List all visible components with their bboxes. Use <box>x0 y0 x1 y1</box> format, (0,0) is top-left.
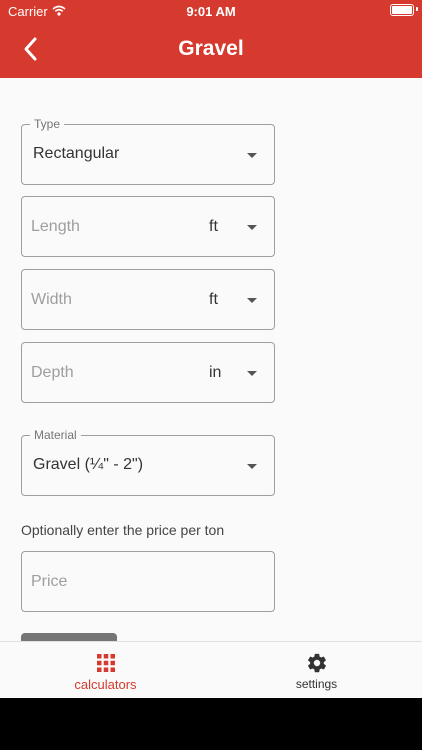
width-field[interactable]: Width ft <box>21 269 275 330</box>
home-indicator-area <box>0 698 422 750</box>
price-input[interactable]: Price <box>31 573 67 591</box>
gear-icon <box>306 652 328 674</box>
length-unit-select[interactable]: ft <box>209 218 218 236</box>
price-hint: Optionally enter the price per ton <box>21 522 224 538</box>
battery-icon <box>390 4 414 16</box>
tab-settings[interactable]: settings <box>211 642 422 699</box>
dropdown-arrow-icon <box>247 153 257 158</box>
grid-icon <box>96 653 116 673</box>
calculator-form: Type Rectangular Length ft Width ft Dept… <box>0 78 422 641</box>
price-field[interactable]: Price <box>21 551 275 612</box>
width-input[interactable]: Width <box>31 291 72 309</box>
type-select[interactable]: Type Rectangular <box>21 124 275 185</box>
tab-calculators[interactable]: calculators <box>0 642 211 699</box>
material-legend: Material <box>30 428 81 442</box>
dropdown-arrow-icon <box>247 464 257 469</box>
dropdown-arrow-icon[interactable] <box>247 298 257 303</box>
tab-calculators-label: calculators <box>0 677 211 692</box>
depth-unit-select[interactable]: in <box>209 364 221 382</box>
length-field[interactable]: Length ft <box>21 196 275 257</box>
status-time: 9:01 AM <box>0 4 422 19</box>
bottom-navigation: calculators settings <box>0 641 422 698</box>
tab-settings-label: settings <box>211 677 422 691</box>
calculate-button[interactable] <box>21 633 117 641</box>
dropdown-arrow-icon[interactable] <box>247 371 257 376</box>
width-unit-select[interactable]: ft <box>209 291 218 309</box>
dropdown-arrow-icon[interactable] <box>247 225 257 230</box>
depth-input[interactable]: Depth <box>31 364 74 382</box>
depth-field[interactable]: Depth in <box>21 342 275 403</box>
material-value: Gravel (¼" - 2") <box>33 456 143 474</box>
page-title: Gravel <box>0 37 422 61</box>
material-select[interactable]: Material Gravel (¼" - 2") <box>21 435 275 496</box>
type-legend: Type <box>30 117 64 131</box>
status-bar: Carrier 9:01 AM <box>0 0 422 24</box>
battery-tip <box>416 7 418 11</box>
app-header: Carrier 9:01 AM Gravel <box>0 0 422 78</box>
type-value: Rectangular <box>33 145 119 163</box>
length-input[interactable]: Length <box>31 218 80 236</box>
